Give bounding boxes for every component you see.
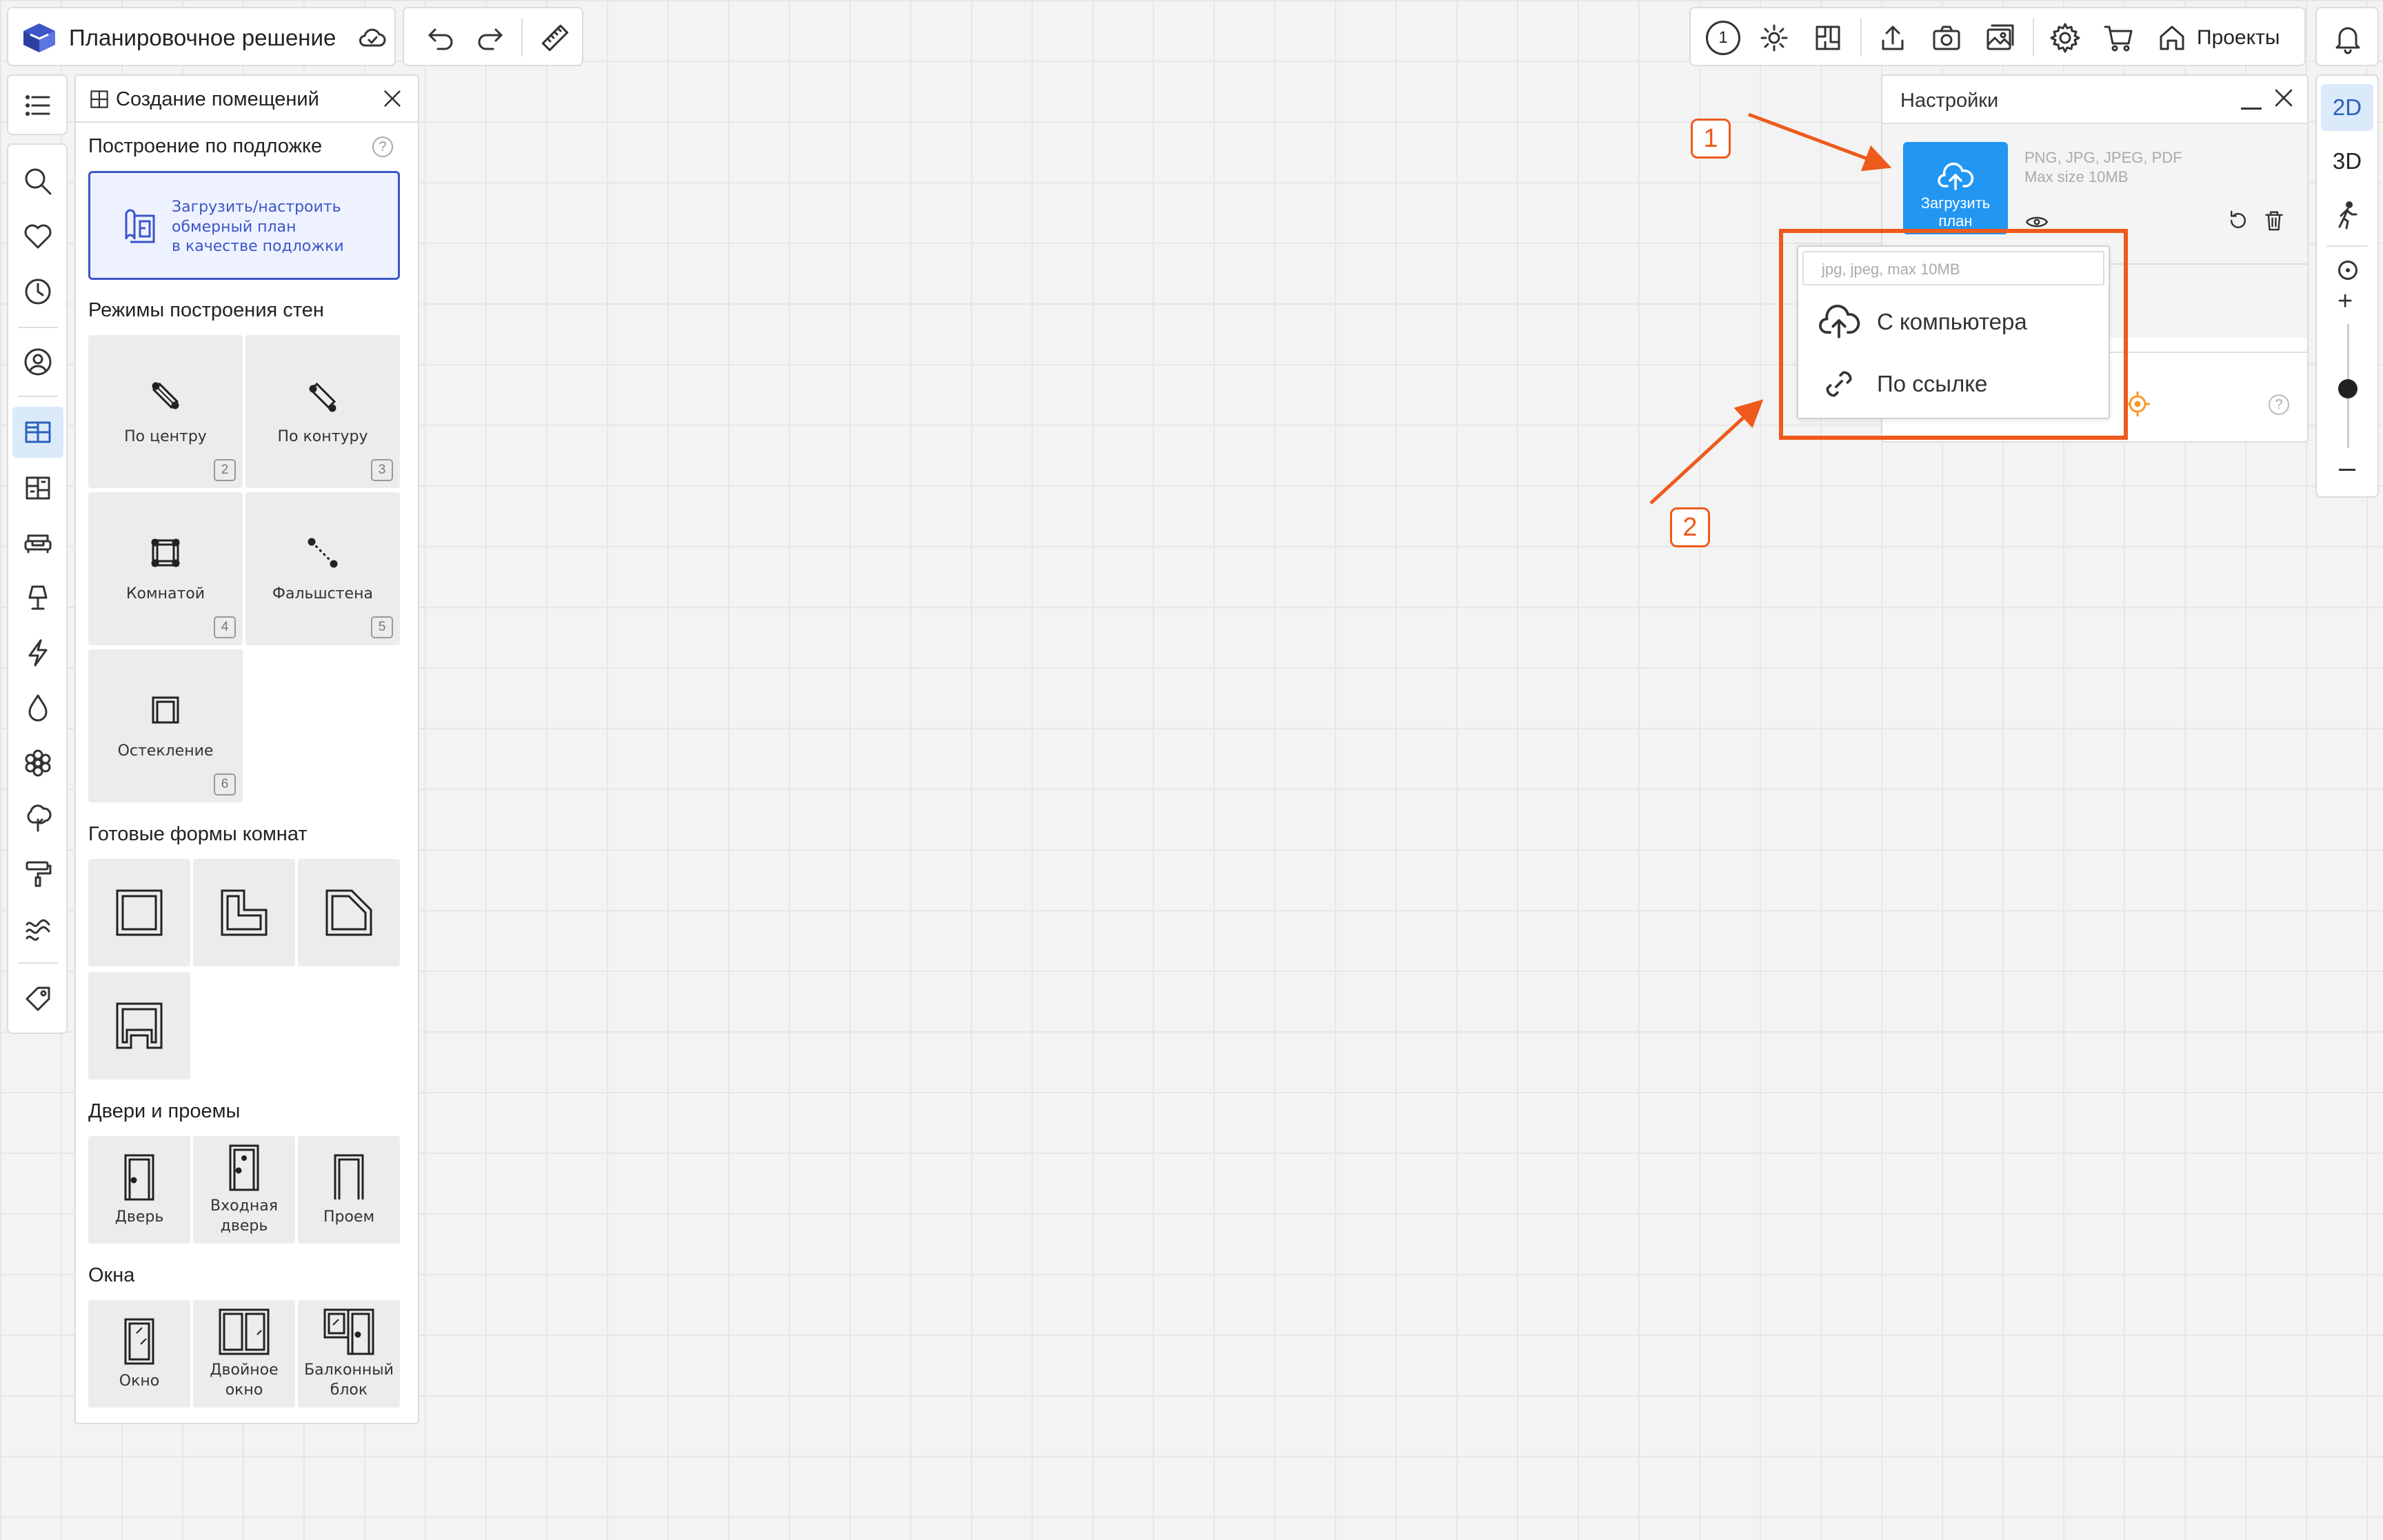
view-3d-button[interactable]: 3D xyxy=(2321,138,2373,185)
view-2d-label: 2D xyxy=(2332,94,2362,120)
annotation-badge-2: 2 xyxy=(1670,507,1710,547)
zoom-reset-icon[interactable] xyxy=(2338,261,2357,280)
view-2d-button[interactable]: 2D xyxy=(2321,84,2373,131)
zoom-in-icon[interactable]: + xyxy=(2337,288,2353,314)
zoom-out-icon[interactable] xyxy=(2339,469,2355,471)
walk-mode-icon[interactable] xyxy=(2321,189,2375,243)
zoom-slider-handle[interactable] xyxy=(2338,379,2357,398)
annotation-arrows xyxy=(1649,112,1892,505)
annotation-badge-1: 1 xyxy=(1691,119,1731,159)
view-divider xyxy=(2326,245,2368,247)
view-3d-label: 3D xyxy=(2332,148,2362,174)
view-controls: 2D 3D + xyxy=(2315,74,2379,498)
annotation-arrow-1 xyxy=(1748,112,1892,172)
annotation-arrow-2 xyxy=(1649,399,1764,505)
